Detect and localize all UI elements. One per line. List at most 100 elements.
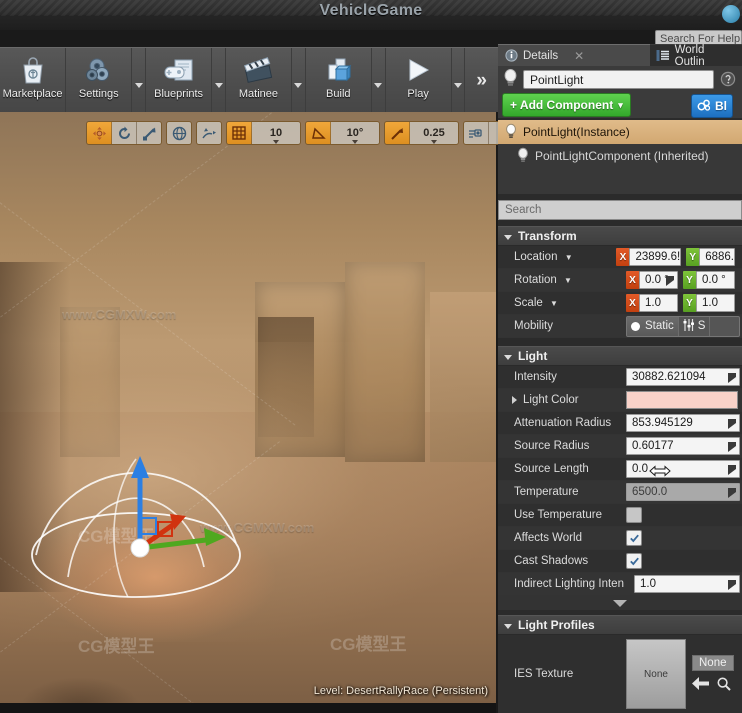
mobility-option-static[interactable]: Static <box>627 316 679 336</box>
actor-name-input[interactable]: PointLight <box>523 69 714 89</box>
world-globe-icon[interactable] <box>167 122 191 144</box>
intensity-input[interactable]: 30882.621094 <box>626 368 740 386</box>
source-radius-input[interactable]: 0.60177 <box>626 437 740 455</box>
translate-gizmo[interactable] <box>118 452 243 567</box>
close-icon[interactable]: ✕ <box>574 49 584 63</box>
affects-world-value <box>626 527 742 550</box>
property-row-temperature: Temperature 6500.0 <box>498 481 742 504</box>
toolbar-label-settings: Settings <box>78 88 119 100</box>
translate-gizmo-icon[interactable] <box>87 122 112 144</box>
toolbar-caret-matinee[interactable] <box>292 48 306 113</box>
attenuation-radius-input[interactable]: 853.945129 <box>626 414 740 432</box>
chevron-down-icon: ▾ <box>618 99 623 110</box>
component-label: PointLight(Instance) <box>523 125 630 139</box>
spinner-icon[interactable] <box>727 487 737 499</box>
actor-name-row: PointLight <box>498 66 742 92</box>
scale-gizmo-icon[interactable] <box>137 122 161 144</box>
toolbar-caret-blueprints[interactable] <box>212 48 226 113</box>
angle-snap-icon[interactable] <box>306 122 331 144</box>
component-row-pointlight-instance[interactable]: PointLight(Instance) <box>498 120 742 144</box>
rotation-y-input[interactable]: 0.0 ° <box>696 271 735 289</box>
temperature-input[interactable]: 6500.0 <box>626 483 740 501</box>
watermark-text: CG模型王 <box>78 637 155 656</box>
spinner-icon[interactable] <box>727 579 737 591</box>
scale-y-input[interactable]: 1.0 <box>696 294 735 312</box>
chevron-down-icon: ▼ <box>564 253 573 262</box>
ies-texture-thumbnail[interactable]: None <box>626 639 686 709</box>
property-row-rotation: Rotation ▼ X 0.0 ° Y 0.0 ° <box>498 269 742 292</box>
ies-asset-value[interactable]: None <box>692 654 734 671</box>
rotate-gizmo-icon[interactable] <box>112 122 137 144</box>
spinner-icon[interactable] <box>727 441 737 453</box>
scroll-down-button[interactable] <box>498 596 742 610</box>
toolbar-label-matinee: Matinee <box>238 88 279 100</box>
tab-world-outliner[interactable]: World Outlin <box>650 44 742 68</box>
location-label: Location <box>514 251 558 263</box>
arrow-left-icon[interactable] <box>692 677 709 693</box>
chevron-down-icon <box>374 83 383 88</box>
toolbar-button-matinee[interactable]: Matinee <box>226 48 293 113</box>
ies-texture-controls: None <box>686 654 742 694</box>
grid-snap-value[interactable]: 10 <box>252 122 300 144</box>
rotation-label-wrap[interactable]: Rotation ▼ <box>498 274 626 286</box>
indirect-lighting-input[interactable]: 1.0 <box>634 575 740 593</box>
tab-details[interactable]: Details ✕ <box>498 44 650 66</box>
spinner-icon[interactable] <box>665 275 675 287</box>
scale-snap-icon[interactable] <box>385 122 410 144</box>
toolbar-button-marketplace[interactable]: Marketplace <box>0 48 67 113</box>
transform-section-header[interactable]: Transform <box>498 226 742 246</box>
surface-snap-icon[interactable] <box>197 122 221 144</box>
spinner-icon[interactable] <box>727 418 737 430</box>
indirect-lighting-value: 1.0 <box>634 573 742 596</box>
toolbar-button-play[interactable]: Play <box>386 48 452 113</box>
magnifier-icon[interactable] <box>717 676 731 694</box>
toolbar-overflow-button[interactable]: » <box>465 48 498 113</box>
light-color-label-wrap[interactable]: Light Color <box>498 394 626 406</box>
light-color-swatch[interactable] <box>626 391 738 409</box>
toolbar-label-blueprints: Blueprints <box>154 88 204 100</box>
affects-world-checkbox[interactable] <box>626 530 642 546</box>
source-length-label: Source Length <box>514 463 589 475</box>
toolbar-button-blueprints[interactable]: Blueprints <box>146 48 213 113</box>
source-length-input[interactable]: 0.0 <box>626 460 740 478</box>
grid-snap-icon[interactable] <box>227 122 252 144</box>
spinner-icon[interactable] <box>727 464 737 476</box>
cast-shadows-checkbox[interactable] <box>626 553 642 569</box>
source-radius-label: Source Radius <box>514 440 590 452</box>
location-label-wrap[interactable]: Location ▼ <box>498 251 616 263</box>
chevron-down-icon <box>504 354 512 360</box>
build-cube-icon <box>319 53 357 87</box>
help-circle-icon[interactable] <box>718 69 738 89</box>
ies-icon-row <box>692 676 742 694</box>
scale-label-wrap[interactable]: Scale ▼ <box>498 297 626 309</box>
mobility-stationary-label: S <box>697 320 706 332</box>
use-temperature-checkbox[interactable] <box>626 507 642 523</box>
toolbar-button-settings[interactable]: Settings <box>66 48 133 113</box>
property-row-scale: Scale ▼ X 1.0 Y 1.0 <box>498 292 742 315</box>
rotation-label: Rotation <box>514 274 557 286</box>
spinner-icon[interactable] <box>727 372 737 384</box>
level-viewport[interactable]: www.CGMXW.com CG模型王 www.CGMXW.com CG模型王 … <box>0 112 498 713</box>
rotation-snap-value[interactable]: 10° <box>331 122 379 144</box>
add-component-button[interactable]: + Add Component ▾ <box>502 93 631 117</box>
camera-speed-icon[interactable] <box>464 122 489 144</box>
light-profiles-section-header[interactable]: Light Profiles <box>498 615 742 635</box>
details-search-input[interactable]: Search <box>498 200 742 220</box>
toolbar-caret-play[interactable] <box>452 48 466 113</box>
light-section-header[interactable]: Light <box>498 346 742 366</box>
location-y-input[interactable]: 6886. <box>699 248 735 266</box>
source-length-value: 0.0 <box>626 458 742 481</box>
toolbar-button-build[interactable]: Build <box>306 48 372 113</box>
mobility-value: Static S <box>626 315 742 338</box>
scale-x-input[interactable]: 1.0 <box>639 294 678 312</box>
tab-details-label: Details <box>523 49 559 62</box>
component-row-pointlightcomponent[interactable]: PointLightComponent (Inherited) <box>498 144 742 168</box>
rotation-x-input[interactable]: 0.0 ° <box>639 271 678 289</box>
toolbar-caret-settings[interactable] <box>132 48 147 113</box>
scale-snap-value[interactable]: 0.25 <box>410 122 458 144</box>
toolbar-caret-build[interactable] <box>372 48 386 113</box>
mobility-option-stationary[interactable]: S <box>679 316 711 336</box>
world-outliner-icon <box>656 49 670 63</box>
blueprint-edit-button[interactable]: Bl <box>691 94 733 118</box>
location-x-input[interactable]: 23899.6! <box>629 248 682 266</box>
